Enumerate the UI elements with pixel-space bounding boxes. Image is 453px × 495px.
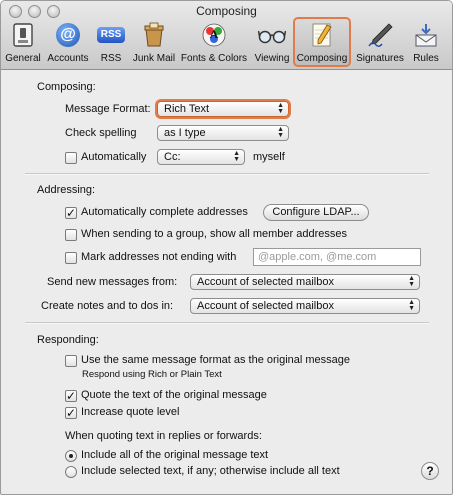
toolbar-item-fonts-colors[interactable]: A Fonts & Colors — [179, 17, 249, 67]
responding-heading: Responding: — [37, 334, 99, 346]
window-title: Composing — [196, 4, 257, 18]
composing-heading: Composing: — [37, 81, 96, 93]
general-switch-icon — [8, 22, 38, 48]
auto-cc-checkbox[interactable] — [65, 152, 77, 164]
rules-envelope-icon — [411, 22, 441, 48]
preferences-window: Composing General @ Accounts RSS RSS Jun… — [0, 0, 453, 495]
composing-preferences-pane: Composing: Message Format: Rich Text ▲ ▼ … — [1, 70, 452, 494]
pencil-notepad-icon — [307, 22, 337, 48]
auto-complete-checkbox[interactable]: ✓ — [65, 207, 77, 219]
preferences-toolbar: General @ Accounts RSS RSS Junk Mail A F… — [1, 17, 452, 67]
toolbar-item-viewing[interactable]: Viewing — [251, 17, 293, 67]
same-format-checkbox[interactable] — [65, 355, 77, 367]
send-from-popup[interactable]: Account of selected mailbox ▲ ▼ — [190, 274, 420, 290]
section-divider — [25, 322, 429, 324]
check-spelling-label: Check spelling — [65, 127, 137, 139]
configure-ldap-button[interactable]: Configure LDAP... — [263, 204, 369, 221]
popup-arrows-icon: ▲ ▼ — [277, 126, 284, 139]
rss-icon: RSS — [96, 22, 126, 48]
popup-arrows-icon: ▲ ▼ — [277, 102, 284, 115]
svg-text:A: A — [210, 27, 219, 41]
mark-addresses-field[interactable]: @apple.com, @me.com — [253, 248, 421, 266]
color-palette-icon: A — [199, 22, 229, 48]
glasses-icon — [257, 22, 287, 48]
include-selected-radio[interactable] — [65, 466, 77, 478]
auto-cc-label: Automatically — [81, 151, 147, 163]
popup-arrows-icon: ▲ ▼ — [233, 150, 240, 163]
toolbar-item-general[interactable]: General — [3, 17, 43, 67]
quote-original-checkbox[interactable]: ✓ — [65, 390, 77, 402]
junk-mail-bin-icon — [139, 22, 169, 48]
include-all-label: Include all of the original message text — [81, 449, 269, 461]
help-button[interactable]: ? — [421, 462, 439, 480]
auto-complete-label: Automatically complete addresses — [81, 206, 248, 218]
title-bar: Composing General @ Accounts RSS RSS Jun… — [1, 1, 452, 70]
quote-original-label: Quote the text of the original message — [81, 389, 267, 401]
check-spelling-popup[interactable]: as I type ▲ ▼ — [157, 125, 289, 141]
toolbar-item-accounts[interactable]: @ Accounts — [45, 17, 91, 67]
auto-cc-popup[interactable]: Cc: ▲ ▼ — [157, 149, 245, 165]
same-format-label: Use the same message format as the origi… — [81, 354, 351, 366]
message-format-label: Message Format: — [65, 103, 151, 115]
increase-quote-label: Increase quote level — [81, 406, 180, 418]
notes-location-label: Create notes and to dos in: — [41, 300, 174, 312]
include-selected-label: Include selected text, if any; otherwise… — [81, 465, 340, 477]
show-group-members-label: When sending to a group, show all member… — [81, 228, 347, 240]
section-divider — [25, 173, 429, 175]
show-group-members-checkbox[interactable] — [65, 229, 77, 241]
message-format-popup[interactable]: Rich Text ▲ ▼ — [157, 101, 289, 117]
notes-location-popup[interactable]: Account of selected mailbox ▲ ▼ — [190, 298, 420, 314]
mark-addresses-label: Mark addresses not ending with — [81, 251, 237, 263]
mark-addresses-checkbox[interactable] — [65, 252, 77, 264]
auto-cc-suffix: myself — [253, 151, 285, 163]
popup-arrows-icon: ▲ ▼ — [408, 275, 415, 288]
toolbar-item-composing[interactable]: Composing — [293, 17, 351, 67]
send-from-label: Send new messages from: — [47, 276, 178, 288]
same-format-sublabel: Respond using Rich or Plain Text — [82, 369, 222, 380]
popup-arrows-icon: ▲ ▼ — [408, 299, 415, 312]
addressing-heading: Addressing: — [37, 184, 96, 196]
at-sign-icon: @ — [53, 22, 83, 48]
increase-quote-checkbox[interactable]: ✓ — [65, 407, 77, 419]
when-quoting-label: When quoting text in replies or forwards… — [65, 430, 262, 442]
toolbar-item-rules[interactable]: Rules — [409, 17, 443, 67]
toolbar-item-rss[interactable]: RSS RSS — [93, 17, 129, 67]
toolbar-item-signatures[interactable]: Signatures — [353, 17, 407, 67]
toolbar-item-junk-mail[interactable]: Junk Mail — [131, 17, 177, 67]
include-all-radio[interactable] — [65, 450, 77, 462]
signature-pen-icon — [365, 22, 395, 48]
